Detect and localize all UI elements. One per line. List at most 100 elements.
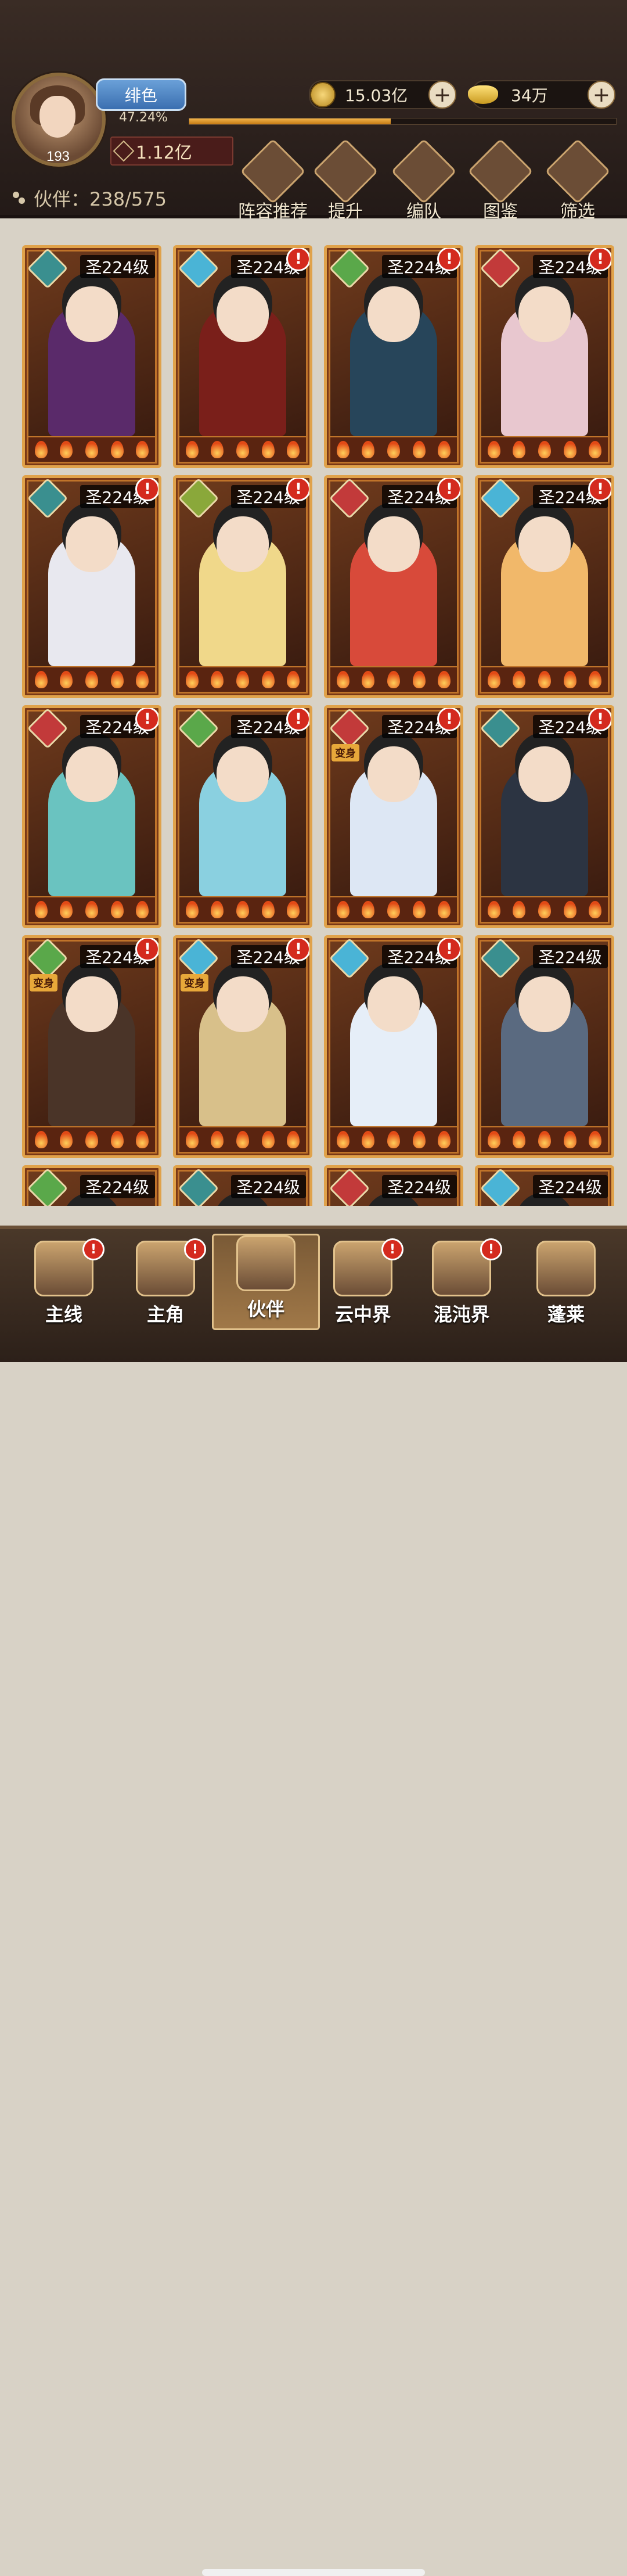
flame-icon <box>513 441 526 458</box>
alert-badge: ! <box>135 938 158 961</box>
partner-card[interactable]: 圣224级! <box>475 245 614 468</box>
partner-card[interactable]: 圣224级 <box>475 935 614 1158</box>
star-flames <box>28 1127 155 1152</box>
bottom-nav: 主线 ! 主角 ! 伙伴 云中界 ! 混沌界 ! 蓬莱 <box>0 1226 627 2576</box>
flame-icon <box>387 671 400 688</box>
partner-card[interactable]: 圣224级! <box>324 475 463 698</box>
add-ingots-button[interactable]: + <box>588 81 615 109</box>
combat-power: 1.12亿 <box>110 136 233 166</box>
flame-icon <box>336 901 349 918</box>
add-coins-button[interactable]: + <box>428 81 456 109</box>
flame-icon <box>34 1131 48 1148</box>
coin-icon <box>310 82 336 107</box>
partner-card[interactable]: 圣224级! <box>324 245 463 468</box>
nav-chaos-realm[interactable]: 混沌界 ! <box>409 1238 514 1328</box>
menu-lineup-recommend[interactable]: 阵容推荐 <box>229 138 316 222</box>
partner-card[interactable]: 圣224级 变身! <box>22 935 161 1158</box>
menu-filter[interactable]: 筛选 <box>540 138 615 222</box>
flame-icon <box>589 671 602 688</box>
partner-card[interactable]: 圣224级 <box>173 1165 312 1206</box>
ingot-amount: 34万 <box>511 86 548 105</box>
top-header: 193 绯色 47.24% 1.12亿 15.03亿 + 34万 + 伙伴：23… <box>0 0 627 222</box>
partner-level: 圣224级 <box>80 1175 155 1198</box>
exp-percent: 47.24% <box>119 110 168 125</box>
alert-badge: ! <box>588 478 611 501</box>
partner-card[interactable]: 圣224级! <box>22 705 161 928</box>
flame-icon <box>60 441 73 458</box>
alert-badge: ! <box>437 708 460 731</box>
partner-head <box>518 286 571 342</box>
flame-icon <box>60 1131 73 1148</box>
sage-nav-icon <box>536 1241 596 1296</box>
partner-card[interactable]: 圣224级 <box>475 1165 614 1206</box>
menu-formation[interactable]: 编队 <box>386 138 462 222</box>
partner-card[interactable]: 圣224级 变身! <box>324 705 463 928</box>
partner-card[interactable]: 圣224级! <box>173 475 312 698</box>
flame-icon <box>287 901 300 918</box>
flame-icon <box>185 671 199 688</box>
partner-grid[interactable]: 圣224级 圣224级! 圣224级! 圣224级! 圣224级! 圣224级! 圣224级… <box>0 218 627 1206</box>
nav-label: 主线 <box>45 1303 82 1325</box>
partner-card[interactable]: 圣224级 <box>22 245 161 468</box>
home-indicator[interactable] <box>202 2569 425 2576</box>
flame-icon <box>487 1131 500 1148</box>
star-flames <box>28 667 155 692</box>
flame-icon <box>287 441 300 458</box>
player-level: 193 <box>46 149 70 164</box>
exp-bar-fill <box>189 118 391 124</box>
flame-icon <box>412 1131 426 1148</box>
flame-icon <box>362 441 375 458</box>
flame-icon <box>538 671 551 688</box>
flame-icon <box>362 1131 375 1148</box>
flame-icon <box>563 441 576 458</box>
partner-card[interactable]: 圣224级! <box>475 705 614 928</box>
alert-badge: ! <box>437 938 460 961</box>
menu-codex[interactable]: 图鉴 <box>463 138 538 222</box>
avatar-face <box>39 96 75 138</box>
alert-badge: ! <box>135 708 158 731</box>
exp-bar <box>189 118 617 125</box>
alert-badge: ! <box>135 478 158 501</box>
flame-icon <box>387 441 400 458</box>
partner-card[interactable]: 圣224级 <box>324 1165 463 1206</box>
alert-badge: ! <box>286 248 309 271</box>
flame-icon <box>438 1131 451 1148</box>
partner-card[interactable]: 圣224级! <box>475 475 614 698</box>
star-flames <box>330 897 457 922</box>
flame-icon <box>261 441 275 458</box>
vip-badge[interactable]: 绯色 <box>96 78 186 111</box>
partner-head <box>217 746 269 802</box>
flame-icon <box>185 901 199 918</box>
nav-cloud-realm[interactable]: 云中界 ! <box>311 1238 415 1328</box>
partner-level: 圣224级 <box>532 945 608 968</box>
partner-head <box>518 746 571 802</box>
ingot-currency: 34万 + <box>468 80 615 109</box>
flame-icon <box>85 901 98 918</box>
partner-card[interactable]: 圣224级! <box>173 245 312 468</box>
nav-partners[interactable]: 伙伴 <box>212 1234 320 1330</box>
star-flames <box>481 437 608 462</box>
nav-penglai[interactable]: 蓬莱 <box>514 1241 618 1328</box>
partner-head <box>66 746 118 802</box>
menu-upgrade[interactable]: 提升 <box>308 138 383 222</box>
lineup-recommend-icon <box>240 138 306 204</box>
partner-card[interactable]: 圣224级 变身! <box>173 935 312 1158</box>
flame-icon <box>34 901 48 918</box>
partner-head <box>217 516 269 572</box>
alert-badge: ! <box>286 478 309 501</box>
gold-ingot-icon <box>468 85 498 104</box>
helmet-nav-icon <box>236 1235 296 1291</box>
partner-card[interactable]: 圣224级! <box>22 475 161 698</box>
partner-head <box>217 286 269 342</box>
partner-head <box>518 976 571 1032</box>
transform-tag: 变身 <box>30 974 57 991</box>
partner-level: 圣224级 <box>230 1175 306 1198</box>
flame-icon <box>211 671 224 688</box>
partner-card[interactable]: 圣224级! <box>173 705 312 928</box>
partner-head <box>217 976 269 1032</box>
partner-card[interactable]: 圣224级 <box>22 1165 161 1206</box>
star-flames <box>330 1127 457 1152</box>
nav-protagonist[interactable]: 主角 ! <box>113 1238 218 1328</box>
partner-card[interactable]: 圣224级! <box>324 935 463 1158</box>
nav-main-story[interactable]: 主线 ! <box>12 1238 116 1328</box>
